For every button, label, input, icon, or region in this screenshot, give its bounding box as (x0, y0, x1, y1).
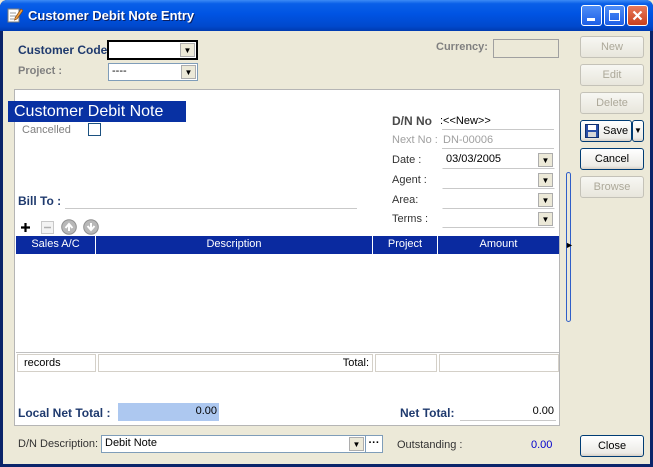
bill-to-underline (65, 208, 357, 209)
footer-total-label: Total: (98, 354, 373, 372)
project-value: ---- (112, 65, 127, 77)
date-label: Date : (392, 154, 422, 166)
floppy-disk-icon (585, 124, 599, 138)
remove-row-button[interactable] (39, 219, 55, 235)
next-no-value: DN-00006 (443, 134, 494, 146)
chevron-down-icon[interactable]: ▼ (538, 212, 553, 226)
arrow-up-icon (61, 219, 77, 235)
area-combo[interactable]: ▼ (442, 191, 555, 209)
window-title: Customer Debit Note Entry (28, 8, 195, 23)
local-net-total-label: Local Net Total : (18, 406, 111, 420)
panel-title: Customer Debit Note (8, 101, 186, 122)
outstanding-label: Outstanding : (397, 439, 463, 451)
browse-button[interactable]: Browse (580, 176, 644, 198)
description-lookup-button[interactable]: ··· (365, 435, 383, 453)
dn-no-value: :<<New>> (440, 115, 491, 127)
column-description[interactable]: Description (96, 236, 373, 254)
next-no-underline (442, 148, 554, 149)
edit-button[interactable]: Edit (580, 64, 644, 86)
area-label: Area: (392, 194, 419, 206)
chevron-down-icon: ▼ (634, 126, 642, 135)
dn-description-label: D/N Description: (18, 438, 99, 450)
minimize-icon (587, 18, 595, 21)
agent-label: Agent : (392, 174, 427, 186)
dn-description-value: Debit Note (105, 437, 157, 449)
chevron-down-icon[interactable]: ▼ (538, 153, 553, 167)
net-total-label: Net Total: (400, 406, 455, 420)
debit-note-panel: Customer Debit Note Cancelled D/N No :<<… (8, 89, 560, 426)
local-net-total-value: 0.00 (118, 403, 219, 421)
new-button[interactable]: New (580, 36, 644, 58)
maximize-icon (609, 10, 620, 21)
currency-field (493, 39, 559, 58)
chevron-down-icon[interactable]: ▼ (538, 173, 553, 187)
cancel-button[interactable]: Cancel (580, 148, 644, 170)
maximize-button[interactable] (604, 5, 625, 26)
panel-splitter[interactable]: ► (563, 88, 574, 426)
minimize-button[interactable] (581, 5, 602, 26)
save-button[interactable]: Save (580, 120, 632, 142)
date-value: 03/03/2005 (446, 153, 502, 165)
terms-label: Terms : (392, 213, 429, 225)
dn-no-underline (442, 129, 554, 130)
dn-no-label: D/N No (392, 114, 432, 128)
edit-icon (7, 8, 23, 23)
currency-label: Currency: (436, 41, 488, 53)
chevron-down-icon[interactable]: ▼ (180, 43, 195, 57)
column-project[interactable]: Project (373, 236, 438, 254)
save-options-button[interactable]: ▼ (632, 120, 644, 142)
outstanding-value: 0.00 (531, 439, 553, 451)
project-combo[interactable]: ---- ▼ (108, 63, 198, 81)
footer-total-value (439, 354, 559, 372)
cancelled-checkbox[interactable] (88, 123, 101, 136)
title-bar[interactable]: Customer Debit Note Entry (0, 0, 653, 31)
bill-to-label: Bill To : (18, 194, 62, 208)
footer-records: records (17, 354, 96, 372)
grid-body[interactable] (16, 254, 559, 352)
cancelled-label: Cancelled (22, 124, 71, 136)
customer-code-combo[interactable]: ▼ (107, 40, 198, 60)
grid-header: Sales A/C Description Project Amount (16, 236, 559, 254)
grid-footer: records Total: (16, 352, 559, 372)
move-down-button[interactable] (83, 219, 99, 235)
add-row-button[interactable] (17, 219, 33, 235)
close-window-button[interactable] (627, 5, 648, 26)
next-no-label: Next No : (392, 134, 438, 146)
chevron-down-icon[interactable]: ▼ (349, 437, 364, 451)
terms-combo[interactable]: ▼ (442, 210, 555, 228)
column-amount[interactable]: Amount (438, 236, 559, 254)
save-label: Save (603, 125, 629, 137)
close-button[interactable]: Close (580, 435, 644, 457)
project-label: Project : (18, 65, 63, 77)
agent-combo[interactable]: ▼ (442, 171, 555, 189)
dn-description-combo[interactable]: Debit Note ▼ (101, 435, 366, 453)
plus-icon (20, 222, 30, 232)
footer-spacer (375, 354, 437, 372)
move-up-button[interactable] (61, 219, 77, 235)
chevron-down-icon[interactable]: ▼ (538, 193, 553, 207)
chevron-down-icon[interactable]: ▼ (181, 65, 196, 79)
chevron-right-icon[interactable]: ► (565, 240, 574, 250)
date-picker[interactable]: 03/03/2005 ▼ (442, 151, 555, 169)
minus-icon (40, 220, 54, 234)
net-total-value: 0.00 (460, 403, 556, 421)
arrow-down-icon (83, 219, 99, 235)
column-sales-ac[interactable]: Sales A/C (16, 236, 96, 254)
delete-button[interactable]: Delete (580, 92, 644, 114)
close-icon (632, 10, 643, 21)
customer-code-label: Customer Code: (18, 43, 112, 57)
